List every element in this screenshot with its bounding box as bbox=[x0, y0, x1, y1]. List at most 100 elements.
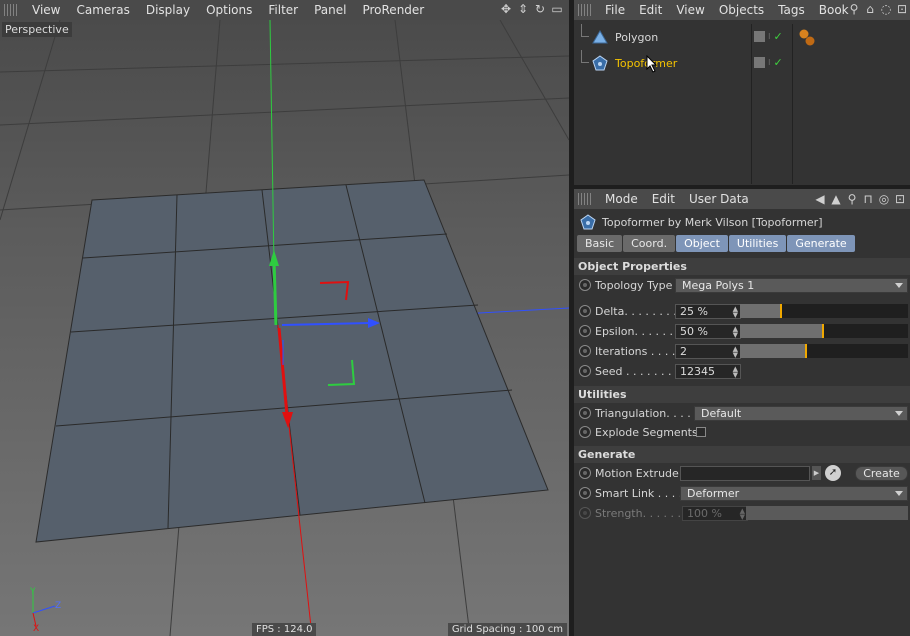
move-view-icon[interactable]: ✥ bbox=[500, 2, 512, 16]
lock-icon[interactable]: ⊓ bbox=[862, 192, 874, 206]
om-menu-tags[interactable]: Tags bbox=[771, 0, 812, 20]
iterations-slider[interactable] bbox=[740, 344, 908, 358]
delta-label: Delta. . . . . . . . bbox=[595, 304, 677, 318]
epsilon-input[interactable]: 50 % ▲ ▼ bbox=[675, 323, 741, 339]
topoformer-object-icon bbox=[580, 214, 596, 230]
stepper-icon[interactable]: ▲ ▼ bbox=[733, 365, 738, 378]
epsilon-row: Epsilon. . . . . . 50 % ▲ ▼ bbox=[574, 321, 910, 341]
object-row-polygon[interactable]: Polygon ⁝ ✓ bbox=[574, 24, 910, 50]
topoformer-object-icon bbox=[592, 55, 608, 71]
search-icon[interactable]: ⚲ bbox=[846, 192, 858, 206]
toggle-view-icon[interactable]: ▭ bbox=[551, 2, 563, 16]
menu-options[interactable]: Options bbox=[198, 0, 260, 20]
explode-segments-checkbox[interactable] bbox=[696, 427, 706, 437]
stepper-icon[interactable]: ▲ ▼ bbox=[733, 325, 738, 338]
layer-swatch-icon[interactable] bbox=[754, 57, 765, 68]
menu-cameras[interactable]: Cameras bbox=[68, 0, 137, 20]
seed-label: Seed . . . . . . . . bbox=[595, 364, 679, 378]
stepper-icon[interactable]: ▲ ▼ bbox=[733, 345, 738, 358]
animate-radio[interactable] bbox=[579, 467, 591, 479]
zoom-view-icon[interactable]: ⇕ bbox=[517, 2, 529, 16]
am-menu-edit[interactable]: Edit bbox=[645, 189, 682, 209]
viewport-camera-label: Perspective bbox=[2, 22, 72, 37]
enabled-check-icon[interactable]: ✓ bbox=[774, 56, 783, 69]
am-menu-mode[interactable]: Mode bbox=[598, 189, 645, 209]
menu-filter[interactable]: Filter bbox=[260, 0, 306, 20]
visibility-dots-icon[interactable]: ⁝ bbox=[768, 32, 771, 41]
topology-type-dropdown[interactable]: Mega Polys 1 bbox=[675, 277, 908, 293]
home-icon[interactable]: ⌂ bbox=[864, 2, 876, 16]
panel-grip-icon[interactable] bbox=[578, 4, 592, 16]
stepper-icon[interactable]: ▲ ▼ bbox=[733, 305, 738, 318]
om-menu-view[interactable]: View bbox=[669, 0, 711, 20]
viewport-panel[interactable]: View Cameras Display Options Filter Pane… bbox=[0, 0, 569, 636]
attribute-manager: Mode Edit User Data ◀ ▲ ⚲ ⊓ ◎ ⊡ Topoform… bbox=[574, 189, 910, 636]
topology-type-row: Topology Type Mega Polys 1 bbox=[574, 275, 910, 295]
animate-radio[interactable] bbox=[579, 345, 591, 357]
om-menu-objects[interactable]: Objects bbox=[712, 0, 771, 20]
animate-radio[interactable] bbox=[579, 487, 591, 499]
visibility-dots-icon[interactable]: ⁝ bbox=[768, 58, 771, 67]
object-name-polygon[interactable]: Polygon bbox=[615, 31, 658, 44]
motion-extrude-row: Motion Extrude ▶ ➚ Create bbox=[574, 463, 910, 483]
animate-radio[interactable] bbox=[579, 426, 591, 438]
om-menu-file[interactable]: File bbox=[598, 0, 632, 20]
seed-input[interactable]: 12345 ▲ ▼ bbox=[675, 363, 741, 379]
animate-radio[interactable] bbox=[579, 407, 591, 419]
pick-object-icon[interactable]: ➚ bbox=[825, 465, 841, 481]
attribute-tabs: Basic Coord. Object Utilities Generate bbox=[574, 235, 910, 253]
strength-label: Strength. . . . . . bbox=[595, 506, 682, 520]
object-manager: File Edit View Objects Tags Book ⚲ ⌂ ◌ ⊡… bbox=[574, 0, 910, 185]
menu-view[interactable]: View bbox=[24, 0, 68, 20]
layer-swatch-icon[interactable] bbox=[754, 31, 765, 42]
smart-link-label: Smart Link . . . . . bbox=[595, 486, 690, 500]
motion-extrude-label: Motion Extrude bbox=[595, 466, 679, 480]
epsilon-label: Epsilon. . . . . . bbox=[595, 324, 673, 338]
section-object-properties[interactable]: Object Properties bbox=[574, 258, 910, 275]
delta-input[interactable]: 25 % ▲ ▼ bbox=[675, 303, 741, 319]
triangulation-dropdown[interactable]: Default bbox=[694, 405, 908, 421]
tab-generate[interactable]: Generate bbox=[787, 235, 855, 252]
menu-panel[interactable]: Panel bbox=[306, 0, 354, 20]
am-menu-user-data[interactable]: User Data bbox=[682, 189, 756, 209]
expand-icon[interactable]: ⊡ bbox=[896, 2, 908, 16]
up-arrow-icon[interactable]: ▲ bbox=[830, 192, 842, 206]
material-tag-icon[interactable] bbox=[796, 26, 818, 48]
object-row-topoformer[interactable]: Topoformer ⁝ ✓ bbox=[574, 50, 910, 76]
menu-display[interactable]: Display bbox=[138, 0, 198, 20]
menu-prorender[interactable]: ProRender bbox=[354, 0, 432, 20]
animate-radio[interactable] bbox=[579, 365, 591, 377]
axis-z-label: Z bbox=[55, 601, 62, 611]
motion-extrude-link-field[interactable] bbox=[680, 465, 810, 481]
epsilon-slider[interactable] bbox=[740, 324, 908, 338]
enabled-check-icon[interactable]: ✓ bbox=[774, 30, 783, 43]
attribute-title-row: Topoformer by Merk Vilson [Topoformer] bbox=[574, 209, 910, 235]
animate-radio[interactable] bbox=[579, 305, 591, 317]
search-icon[interactable]: ⚲ bbox=[848, 2, 860, 16]
tab-basic[interactable]: Basic bbox=[577, 235, 623, 252]
animate-radio[interactable] bbox=[579, 279, 591, 291]
panel-grip-icon[interactable] bbox=[578, 193, 592, 205]
tab-utilities[interactable]: Utilities bbox=[728, 235, 787, 252]
expand-icon[interactable]: ⊡ bbox=[894, 192, 906, 206]
link-menu-arrow-icon[interactable]: ▶ bbox=[812, 466, 821, 480]
smart-link-dropdown[interactable]: Deformer bbox=[680, 485, 908, 501]
polygon-plane[interactable] bbox=[35, 179, 549, 543]
rotate-view-icon[interactable]: ↻ bbox=[534, 2, 546, 16]
tab-coord[interactable]: Coord. bbox=[623, 235, 676, 252]
iterations-input[interactable]: 2 ▲ ▼ bbox=[675, 343, 741, 359]
tab-object[interactable]: Object bbox=[676, 235, 728, 252]
explode-segments-row: Explode Segments bbox=[574, 423, 910, 441]
panel-grip-icon[interactable] bbox=[4, 4, 18, 16]
eye-icon[interactable]: ◌ bbox=[880, 2, 892, 16]
viewport-canvas[interactable]: Y Z X bbox=[0, 19, 569, 636]
create-button[interactable]: Create bbox=[855, 465, 908, 481]
section-generate[interactable]: Generate bbox=[574, 446, 910, 463]
section-utilities[interactable]: Utilities bbox=[574, 386, 910, 403]
om-menu-edit[interactable]: Edit bbox=[632, 0, 669, 20]
target-icon[interactable]: ◎ bbox=[878, 192, 890, 206]
back-arrow-icon[interactable]: ◀ bbox=[814, 192, 826, 206]
delta-row: Delta. . . . . . . . 25 % ▲ ▼ bbox=[574, 301, 910, 321]
delta-slider[interactable] bbox=[740, 304, 908, 318]
animate-radio[interactable] bbox=[579, 325, 591, 337]
